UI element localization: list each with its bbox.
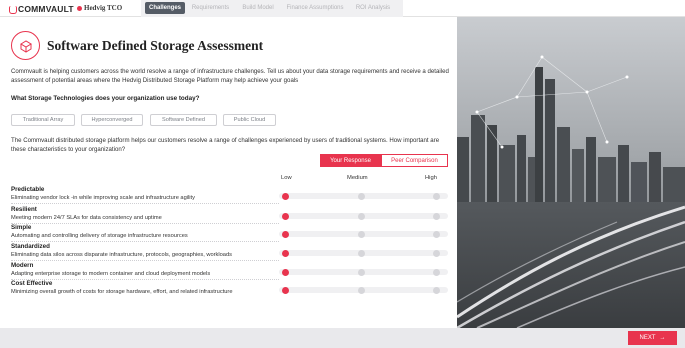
rating-high-radio[interactable] (433, 231, 440, 238)
tab-finance-assumptions[interactable]: Finance Assumptions (282, 2, 348, 14)
characteristic-row-modern: Modern Adapting enterprise storage to mo… (11, 262, 448, 280)
tech-option-traditional-array[interactable]: Traditional Array (11, 114, 75, 126)
commvault-logo-text: COMMVAULT (18, 4, 74, 14)
scale-label-medium: Medium (347, 175, 368, 181)
scale-label-low: Low (281, 175, 292, 181)
rating-high-radio[interactable] (433, 193, 440, 200)
next-button[interactable]: NEXT → (628, 331, 677, 345)
tab-build-model[interactable]: Build Model (237, 2, 279, 14)
tab-challenges[interactable]: Challenges (145, 2, 185, 14)
tab-requirements[interactable]: Requirements (188, 2, 233, 14)
characteristic-row-predictable: Predictable Eliminating vendor lock -in … (11, 186, 448, 204)
rating-high-radio[interactable] (433, 287, 440, 294)
rating-high-radio[interactable] (433, 250, 440, 257)
rating-medium-radio[interactable] (358, 287, 365, 294)
rating-low-radio[interactable] (282, 193, 289, 200)
your-response-button[interactable]: Your Response (320, 154, 381, 167)
row-divider (11, 260, 279, 261)
tab-roi-analysis[interactable]: ROI Analysis (351, 2, 395, 14)
commvault-mark-icon (9, 5, 17, 14)
characteristic-row-simple: Simple Automating and controlling delive… (11, 224, 448, 242)
top-bar: COMMVAULT Hedvig TCO Challenges Requirem… (0, 0, 685, 17)
characteristic-row-standardized: Standardized Eliminating data silos acro… (11, 243, 448, 261)
tech-option-hyperconverged[interactable]: Hyperconverged (81, 114, 143, 126)
rating-low-radio[interactable] (282, 231, 289, 238)
rating-low-radio[interactable] (282, 287, 289, 294)
technologies-question: What Storage Technologies does your orga… (11, 95, 200, 102)
arrow-right-icon: → (659, 335, 666, 341)
hedvig-logo: Hedvig TCO (77, 4, 122, 12)
rating-medium-radio[interactable] (358, 250, 365, 257)
row-divider (11, 241, 279, 242)
characteristic-row-resilient: Resilient Meeting modern 24/7 SLAs for d… (11, 206, 448, 224)
rating-medium-radio[interactable] (358, 269, 365, 276)
rating-low-radio[interactable] (282, 213, 289, 220)
rating-low-radio[interactable] (282, 250, 289, 257)
page-title: Software Defined Storage Assessment (47, 38, 264, 53)
tech-option-software-defined[interactable]: Software Defined (150, 114, 217, 126)
rating-medium-radio[interactable] (358, 193, 365, 200)
importance-question: The Commvault distributed storage platfo… (11, 137, 440, 153)
rating-high-radio[interactable] (433, 269, 440, 276)
hedvig-logo-text: Hedvig TCO (84, 4, 123, 12)
next-button-label: NEXT (639, 335, 656, 341)
tech-option-public-cloud[interactable]: Public Cloud (223, 114, 276, 126)
rating-high-radio[interactable] (433, 213, 440, 220)
row-divider (11, 203, 279, 204)
rating-low-radio[interactable] (282, 269, 289, 276)
hedvig-dot-icon (77, 5, 82, 11)
rating-medium-radio[interactable] (358, 213, 365, 220)
city-night-photo (457, 17, 685, 328)
commvault-logo: COMMVAULT (9, 3, 74, 15)
footer-bar (0, 328, 685, 348)
characteristic-row-cost-effective: Cost Effective Minimizing overall growth… (11, 280, 448, 296)
storage-assessment-icon (11, 31, 40, 60)
intro-text: Commvault is helping customers across th… (11, 68, 449, 84)
scale-label-high: High (425, 175, 437, 181)
peer-comparison-button[interactable]: Peer Comparison (381, 154, 448, 167)
rating-medium-radio[interactable] (358, 231, 365, 238)
